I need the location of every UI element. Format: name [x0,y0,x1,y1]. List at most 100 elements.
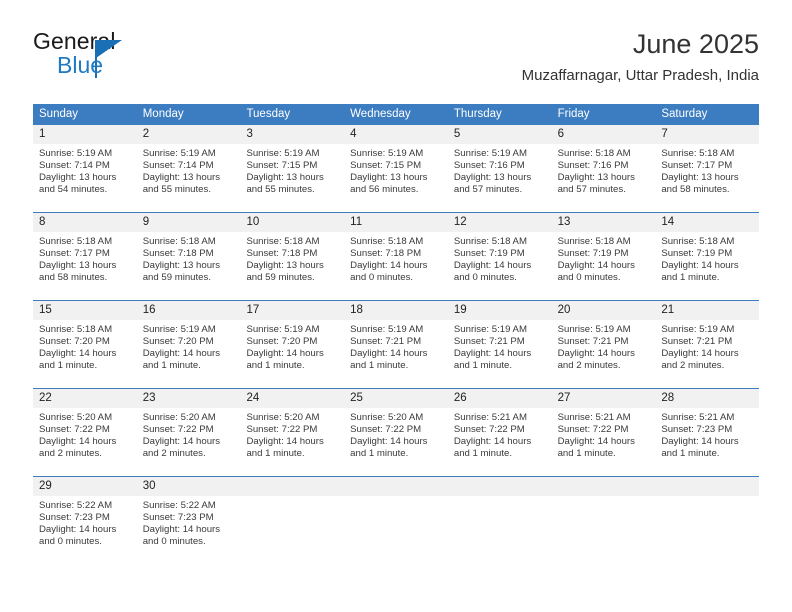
day-sun-info: Sunrise: 5:18 AM Sunset: 7:19 PM Daylight:… [448,232,552,284]
day-number-band: 7 [655,125,760,144]
sunrise-text: Sunrise: 5:18 AM [661,236,735,247]
day-cell[interactable]: 21 Sunrise: 5:19 AM Sunset: 7:21 PM Dayligh… [655,301,760,388]
day-number: 25 [350,392,363,404]
sunrise-text: Sunrise: 5:18 AM [39,236,113,247]
day-number-band: 9 [136,213,241,232]
day-sun-info: Sunrise: 5:18 AM Sunset: 7:19 PM Daylight:… [552,232,656,284]
day-sun-info: Sunrise: 5:18 AM Sunset: 7:20 PM Daylight:… [33,320,137,372]
day-cell[interactable]: 2 Sunrise: 5:19 AM Sunset: 7:14 PM Daylight… [136,125,241,212]
sunrise-text: Sunrise: 5:19 AM [350,324,424,335]
day-number-band: 22 [33,389,137,408]
sunrise-text: Sunrise: 5:20 AM [142,412,216,423]
sunrise-text: Sunrise: 5:22 AM [39,500,113,511]
calendar-week-row: 15 Sunrise: 5:18 AM Sunset: 7:20 PM Dayligh… [33,300,760,388]
daylight-text: Daylight: 13 hours and 59 minutes. [142,260,221,284]
day-sun-info: Sunrise: 5:21 AM Sunset: 7:22 PM Daylight:… [448,408,552,460]
daylight-text: Daylight: 14 hours and 0 minutes. [453,260,532,284]
day-number: 13 [557,216,571,228]
day-cell[interactable]: 9 Sunrise: 5:18 AM Sunset: 7:18 PM Daylight… [136,213,241,300]
day-number-band: 12 [447,213,552,232]
daylight-text: Daylight: 13 hours and 57 minutes. [453,172,532,196]
day-number-band: 23 [136,389,241,408]
sunrise-text: Sunrise: 5:22 AM [142,500,216,511]
day-number-band: 16 [136,301,241,320]
daylight-text: Daylight: 13 hours and 58 minutes. [661,172,739,196]
day-number-band: 28 [655,389,760,408]
calendar-week-row: 8 Sunrise: 5:18 AM Sunset: 7:17 PM Daylight… [33,212,760,300]
day-cell[interactable]: 15 Sunrise: 5:18 AM Sunset: 7:20 PM Dayligh… [33,301,137,388]
day-cell[interactable]: 24 Sunrise: 5:20 AM Sunset: 7:22 PM Dayligh… [240,389,345,476]
day-number-band: 2 [136,125,241,144]
day-cell[interactable]: 20 Sunrise: 5:19 AM Sunset: 7:21 PM Dayligh… [551,301,656,388]
sunset-text: Sunset: 7:23 PM [661,424,733,436]
weekday-sunday: Sunday [39,108,79,120]
day-number: 14 [661,216,675,228]
sunset-text: Sunset: 7:15 PM [246,160,318,172]
day-cell[interactable]: 12 Sunrise: 5:18 AM Sunset: 7:19 PM Dayligh… [447,213,552,300]
daylight-text: Daylight: 14 hours and 0 minutes. [350,260,428,284]
calendar-week-inner: 22 Sunrise: 5:20 AM Sunset: 7:22 PM Dayligh… [33,389,760,476]
day-cell[interactable]: 26 Sunrise: 5:21 AM Sunset: 7:22 PM Dayligh… [447,389,552,476]
day-cell[interactable]: 27 Sunrise: 5:21 AM Sunset: 7:22 PM Dayligh… [551,389,656,476]
sunrise-text: Sunrise: 5:18 AM [350,236,424,247]
day-number: 5 [453,128,461,140]
day-cell[interactable]: 16 Sunrise: 5:19 AM Sunset: 7:20 PM Dayligh… [136,301,241,388]
daylight-text: Daylight: 13 hours and 58 minutes. [39,260,117,284]
day-cell[interactable]: 10 Sunrise: 5:18 AM Sunset: 7:18 PM Dayligh… [240,213,345,300]
sunset-text: Sunset: 7:16 PM [453,160,525,172]
calendar-week-inner: 1 Sunrise: 5:19 AM Sunset: 7:14 PM Daylight… [33,125,760,212]
day-cell[interactable]: 25 Sunrise: 5:20 AM Sunset: 7:22 PM Dayligh… [344,389,448,476]
day-cell[interactable]: 23 Sunrise: 5:20 AM Sunset: 7:22 PM Dayligh… [136,389,241,476]
day-cell[interactable]: 3 Sunrise: 5:19 AM Sunset: 7:15 PM Daylight… [240,125,345,212]
day-cell[interactable]: 11 Sunrise: 5:18 AM Sunset: 7:18 PM Dayligh… [344,213,448,300]
day-cell[interactable]: 29 Sunrise: 5:22 AM Sunset: 7:23 PM Dayligh… [33,477,137,564]
day-cell[interactable]: 19 Sunrise: 5:19 AM Sunset: 7:21 PM Dayligh… [447,301,552,388]
day-cell[interactable]: 17 Sunrise: 5:19 AM Sunset: 7:20 PM Dayligh… [240,301,345,388]
day-sun-info: Sunrise: 5:19 AM Sunset: 7:14 PM Daylight:… [137,144,241,196]
day-sun-info: Sunrise: 5:20 AM Sunset: 7:22 PM Daylight:… [137,408,241,460]
day-sun-info: Sunrise: 5:18 AM Sunset: 7:18 PM Daylight:… [344,232,448,284]
sunrise-text: Sunrise: 5:18 AM [142,236,216,247]
day-cell-empty [447,477,552,564]
day-cell[interactable]: 1 Sunrise: 5:19 AM Sunset: 7:14 PM Daylight… [33,125,137,212]
day-number-band: 6 [551,125,656,144]
sunset-text: Sunset: 7:18 PM [246,248,318,260]
day-cell[interactable]: 30 Sunrise: 5:22 AM Sunset: 7:23 PM Dayligh… [136,477,241,564]
brand-logo[interactable]: General Blue [33,28,233,80]
daylight-text: Daylight: 14 hours and 0 minutes. [39,524,117,548]
weekday-monday: Monday [142,108,184,120]
day-cell[interactable]: 6 Sunrise: 5:18 AM Sunset: 7:16 PM Daylight… [551,125,656,212]
sunset-text: Sunset: 7:20 PM [39,336,110,348]
day-number: 10 [246,216,260,228]
daylight-text: Daylight: 14 hours and 1 minute. [453,436,532,460]
sunrise-text: Sunrise: 5:19 AM [246,148,320,159]
day-cell[interactable]: 18 Sunrise: 5:19 AM Sunset: 7:21 PM Dayligh… [344,301,448,388]
day-number-band: 30 [136,477,241,496]
weekday-wednesday: Wednesday [350,108,411,120]
day-number: 19 [453,304,467,316]
day-number: 28 [661,392,675,404]
day-cell[interactable]: 22 Sunrise: 5:20 AM Sunset: 7:22 PM Dayligh… [33,389,137,476]
day-sun-info: Sunrise: 5:19 AM Sunset: 7:20 PM Daylight:… [137,320,241,372]
day-cell[interactable]: 28 Sunrise: 5:21 AM Sunset: 7:23 PM Dayligh… [655,389,760,476]
day-number-band: 18 [344,301,448,320]
sunrise-text: Sunrise: 5:19 AM [39,148,113,159]
day-number: 29 [39,480,52,492]
daylight-text: Daylight: 14 hours and 1 minute. [453,348,532,372]
day-cell[interactable]: 14 Sunrise: 5:18 AM Sunset: 7:19 PM Dayligh… [655,213,760,300]
day-sun-info: Sunrise: 5:19 AM Sunset: 7:16 PM Daylight:… [448,144,552,196]
sunrise-text: Sunrise: 5:21 AM [661,412,735,423]
day-cell[interactable]: 5 Sunrise: 5:19 AM Sunset: 7:16 PM Daylight… [447,125,552,212]
day-cell[interactable]: 7 Sunrise: 5:18 AM Sunset: 7:17 PM Daylight… [655,125,760,212]
sunset-text: Sunset: 7:22 PM [453,424,525,436]
day-cell[interactable]: 13 Sunrise: 5:18 AM Sunset: 7:19 PM Dayligh… [551,213,656,300]
sunset-text: Sunset: 7:15 PM [350,160,422,172]
sunrise-text: Sunrise: 5:20 AM [246,412,320,423]
day-cell[interactable]: 8 Sunrise: 5:18 AM Sunset: 7:17 PM Daylight… [33,213,137,300]
sunrise-text: Sunrise: 5:19 AM [453,148,527,159]
sunrise-text: Sunrise: 5:19 AM [661,324,735,335]
day-cell[interactable]: 4 Sunrise: 5:19 AM Sunset: 7:15 PM Daylight… [344,125,448,212]
sunset-text: Sunset: 7:22 PM [39,424,110,436]
sunset-text: Sunset: 7:14 PM [39,160,110,172]
day-sun-info: Sunrise: 5:18 AM Sunset: 7:18 PM Daylight:… [137,232,241,284]
